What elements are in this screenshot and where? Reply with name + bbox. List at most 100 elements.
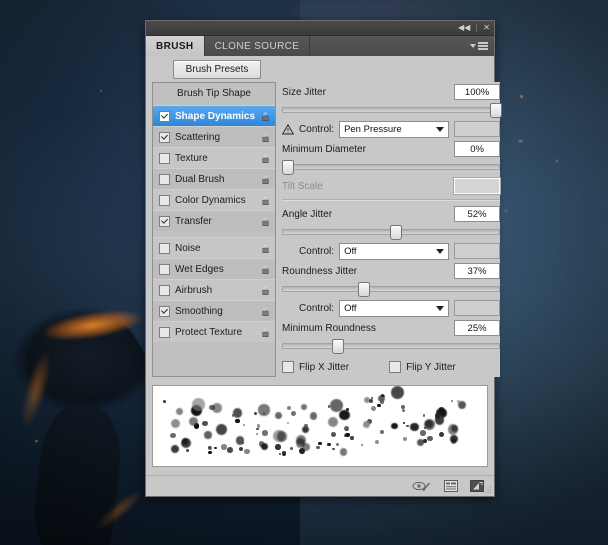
checkbox-color-dynamics[interactable] [159,194,170,206]
lock-icon[interactable] [260,195,271,206]
lock-icon[interactable] [260,243,271,254]
brush-stroke-preview [152,385,488,467]
panel-tabs: BRUSH CLONE SOURCE [146,36,494,57]
size-jitter-slider[interactable] [282,102,503,118]
close-icon[interactable]: ✕ [483,24,490,32]
angle-control-select[interactable]: Off [339,242,450,260]
checkbox-noise[interactable] [159,242,170,254]
sidebar-item-smoothing[interactable]: Smoothing [153,300,276,321]
angle-jitter-slider[interactable] [282,224,501,240]
roundness-control-select[interactable]: Off [339,299,450,317]
tilt-scale-row: Tilt Scale [282,176,501,196]
brush-dot [403,421,406,424]
lock-icon[interactable] [260,111,271,122]
checkbox-flip-y[interactable] [389,361,402,373]
slider-thumb[interactable] [357,281,370,297]
minimum-roundness-label: Minimum Roundness [282,322,376,334]
roundness-control-spacer-field[interactable] [454,300,501,316]
sidebar-item-wet-edges[interactable]: Wet Edges [153,258,276,279]
minimum-roundness-value[interactable]: 25% [454,320,501,336]
checkbox-smoothing[interactable] [159,305,170,317]
brush-dot [316,445,320,450]
tab-clone-source[interactable]: CLONE SOURCE [204,36,311,56]
panel-columns: Brush Tip Shape Shape Dynamics Scatterin… [146,82,503,377]
flip-jitter-row: Flip X Jitter Flip Y Jitter [282,357,500,377]
lock-icon[interactable] [260,285,271,296]
brush-dot [175,408,183,416]
checkbox-texture[interactable] [159,152,170,164]
sidebar-item-airbrush[interactable]: Airbrush [153,279,276,300]
checkbox-dual-brush[interactable] [159,173,170,185]
slider-thumb[interactable] [490,102,503,118]
panel-menu-icon[interactable] [470,42,488,50]
resize-grip-icon[interactable] [484,486,492,494]
lock-icon[interactable] [260,216,271,227]
slider-thumb[interactable] [390,224,403,240]
minimum-diameter-value[interactable]: 0% [454,141,501,157]
minimum-diameter-slider[interactable] [282,159,501,175]
sidebar-item-scattering[interactable]: Scattering [153,126,276,147]
sidebar-item-shape-dynamics[interactable]: Shape Dynamics [153,105,276,126]
checkbox-wet-edges[interactable] [159,263,170,275]
flip-y-jitter-checkbox[interactable]: Flip Y Jitter [389,361,456,373]
flip-x-jitter-checkbox[interactable]: Flip X Jitter [282,361,349,373]
brush-panel-icon[interactable] [444,480,458,492]
minimum-roundness-slider[interactable] [282,338,501,354]
lock-icon[interactable] [260,153,271,164]
checkbox-protect-texture[interactable] [159,326,170,338]
tab-brush[interactable]: BRUSH [146,36,205,56]
sidebar-item-color-dynamics[interactable]: Color Dynamics [153,189,276,210]
brush-tip-shape-header[interactable]: Brush Tip Shape [153,83,275,105]
slider-thumb[interactable] [331,338,344,354]
brush-dot [379,430,384,434]
angle-control-spacer-field[interactable] [454,243,501,259]
sidebar-item-protect-texture[interactable]: Protect Texture [153,321,276,342]
brush-dot [286,421,289,424]
brush-dot [241,442,245,445]
roundness-jitter-slider[interactable] [282,281,501,297]
sidebar-item-label: Dual Brush [175,173,225,185]
brush-dot [422,414,426,417]
angle-control-row: Control: Off [282,241,501,261]
sidebar-item-texture[interactable]: Texture [153,147,276,168]
brush-dot [360,444,364,447]
checkbox-shape-dynamics[interactable] [159,110,170,122]
slider-track [282,286,501,292]
angle-jitter-value[interactable]: 52% [454,206,501,222]
lock-icon[interactable] [260,264,271,275]
lock-icon[interactable] [260,132,271,143]
brush-dot [278,453,281,456]
size-control-select[interactable]: Pen Pressure [339,120,450,138]
brush-presets-button[interactable]: Brush Presets [172,59,262,79]
brush-dot [375,439,380,444]
roundness-jitter-value[interactable]: 37% [454,263,501,279]
checkbox-transfer[interactable] [159,215,170,227]
lock-icon[interactable] [260,327,271,338]
size-control-spacer-field[interactable] [454,121,501,137]
collapse-icon[interactable]: ◀◀ [458,24,470,32]
sidebar-item-noise[interactable]: Noise [153,237,276,258]
brush-dot [275,411,282,419]
particle [556,160,558,162]
checkbox-flip-x[interactable] [282,361,295,373]
brush-dot [456,399,460,403]
checkbox-airbrush[interactable] [159,284,170,296]
sidebar-item-label: Transfer [175,215,212,227]
lock-icon[interactable] [260,174,271,185]
sidebar-item-dual-brush[interactable]: Dual Brush [153,168,276,189]
sidebar-item-label: Airbrush [175,284,213,296]
brush-dot [208,450,212,455]
create-new-brush-icon[interactable] [470,480,484,492]
roundness-jitter-row: Roundness Jitter 37% [282,261,501,281]
brush-dot [276,431,287,442]
brush-dot [304,423,308,428]
checkbox-scattering[interactable] [159,131,170,143]
toggle-brush-preview-icon[interactable] [412,480,432,492]
roundness-jitter-label: Roundness Jitter [282,265,358,277]
slider-thumb[interactable] [282,159,295,175]
brush-dot [301,403,308,410]
angle-control-value: Off [344,245,357,257]
sidebar-item-transfer[interactable]: Transfer [153,210,276,231]
size-jitter-value[interactable]: 100% [454,84,501,100]
lock-icon[interactable] [260,306,271,317]
